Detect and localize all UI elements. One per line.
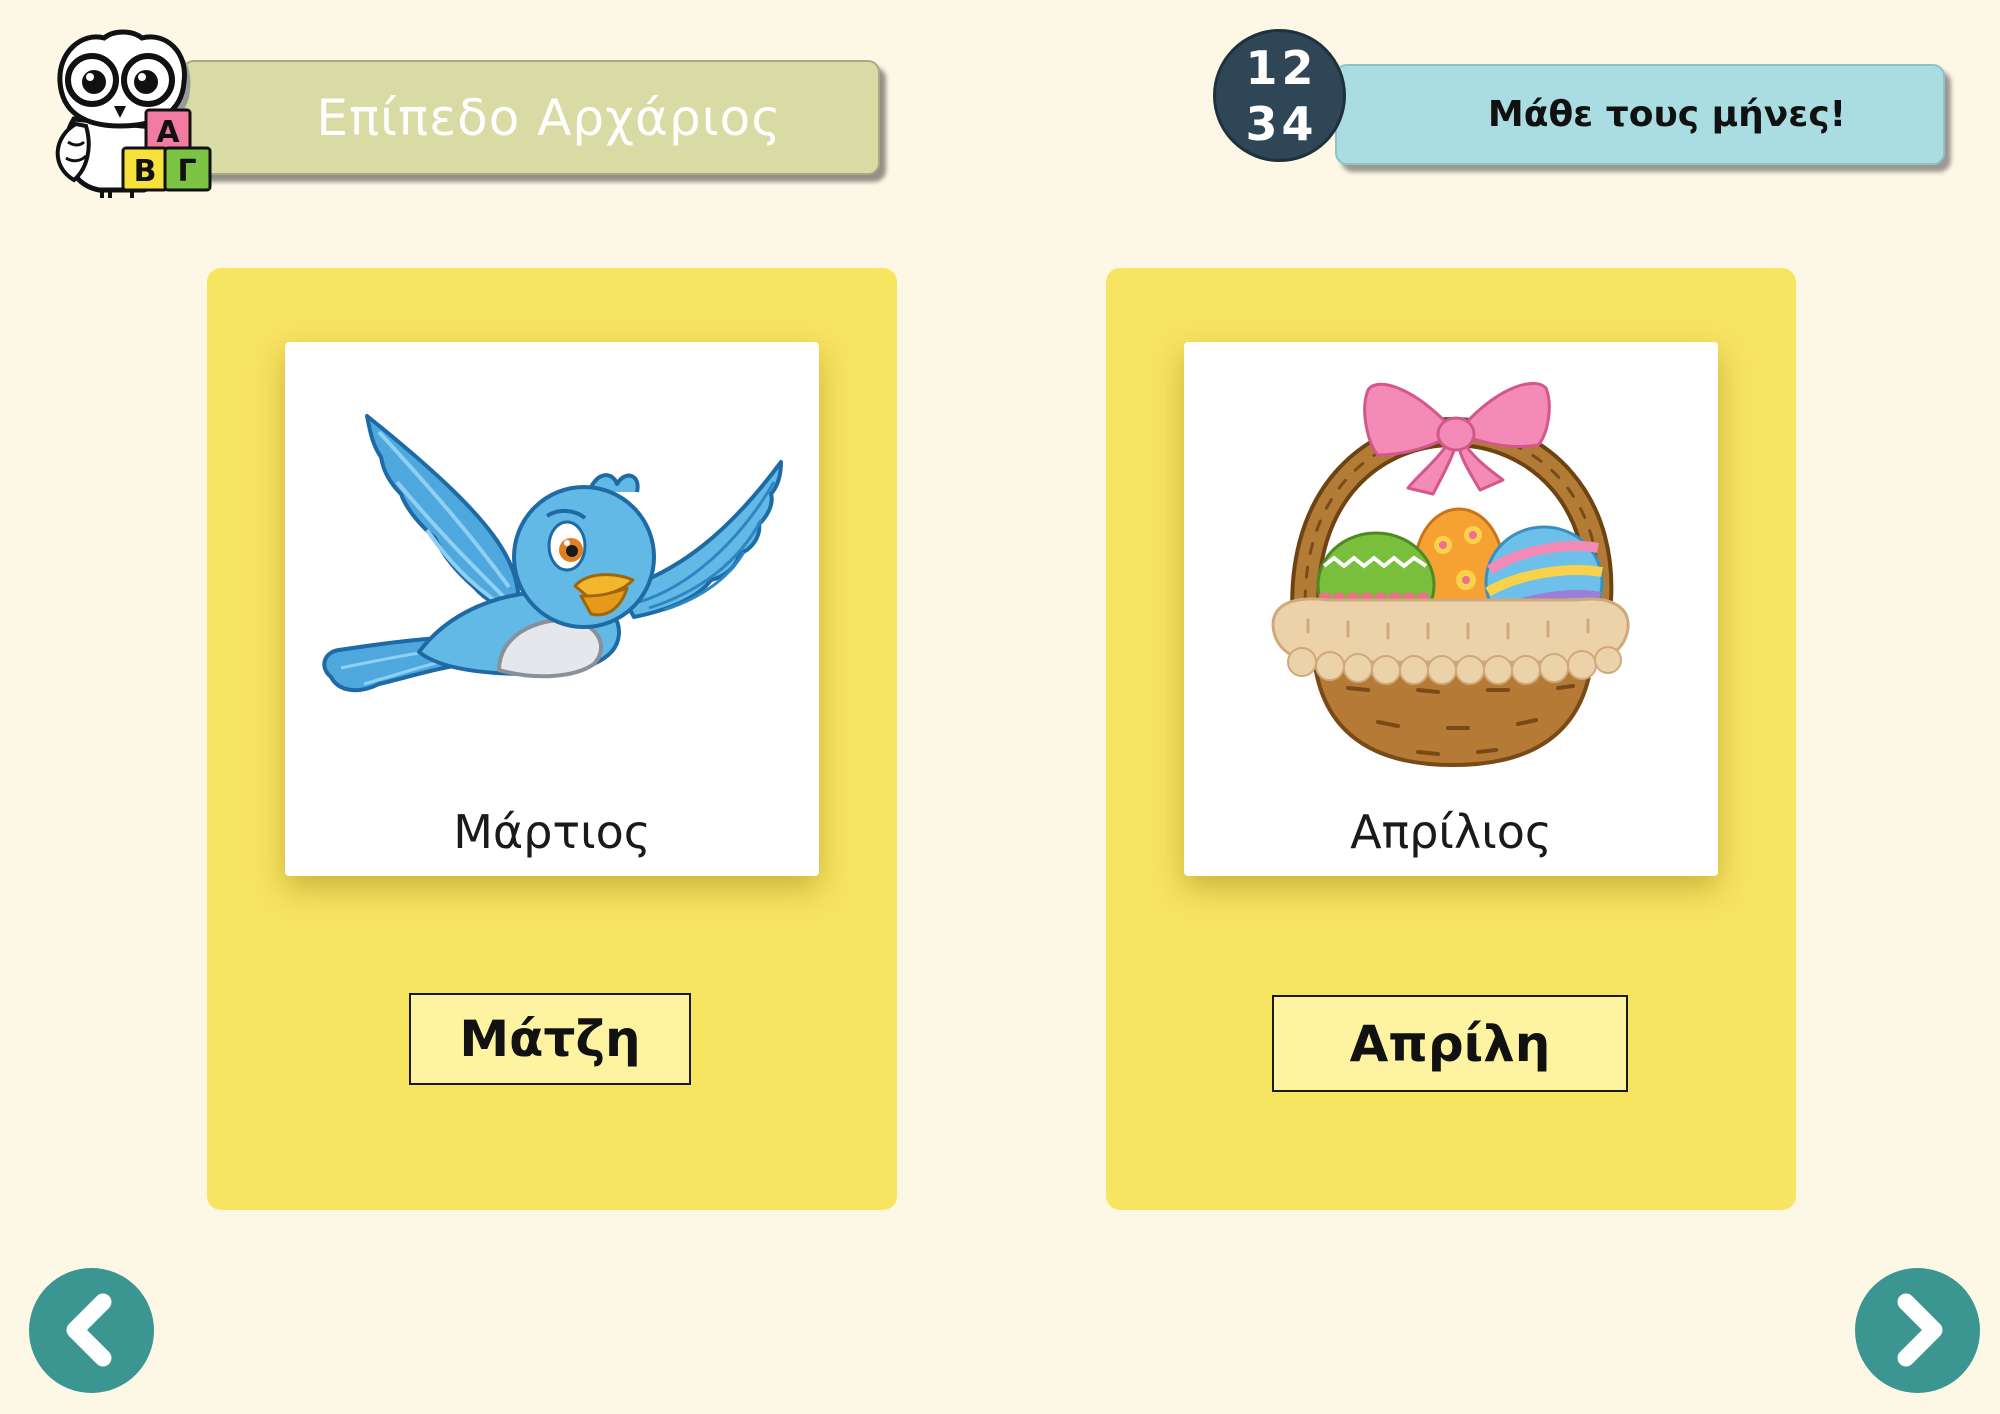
answer-button-april[interactable]: Απρίλη bbox=[1272, 995, 1628, 1092]
chevron-left-icon bbox=[66, 1293, 112, 1367]
svg-text:Α: Α bbox=[156, 115, 180, 150]
numbers-badge-icon: 1 2 3 4 bbox=[1213, 29, 1346, 162]
answer-button-march[interactable]: Μάτζη bbox=[409, 993, 691, 1085]
badge-digit: 1 bbox=[1245, 40, 1278, 95]
previous-button[interactable] bbox=[29, 1268, 154, 1393]
chevron-right-icon bbox=[1897, 1293, 1943, 1367]
month-card-april: Απρίλιος Απρίλη bbox=[1106, 268, 1796, 1210]
level-label: Επίπεδο Αρχάριος bbox=[316, 88, 782, 147]
easter-basket-icon bbox=[1271, 382, 1630, 768]
page-title: Μάθε τους μήνες! bbox=[1487, 94, 1847, 135]
bluebird-icon bbox=[322, 414, 783, 693]
title-banner: Μάθε τους μήνες! bbox=[1335, 64, 1945, 165]
month-picture-frame: Απρίλιος bbox=[1184, 342, 1718, 876]
owl-eye-left bbox=[65, 53, 119, 107]
badge-digit: 2 bbox=[1281, 40, 1314, 95]
month-card-march: Μάρτιος Μάτζη bbox=[207, 268, 897, 1210]
owl-eye-right bbox=[121, 53, 175, 107]
svg-text:Β: Β bbox=[134, 154, 157, 189]
badge-digit: 4 bbox=[1281, 96, 1314, 151]
level-banner: Επίπεδο Αρχάριος bbox=[182, 60, 880, 175]
month-label: Μάρτιος bbox=[453, 805, 651, 859]
block-alpha: Α bbox=[144, 108, 192, 152]
pink-bow bbox=[1363, 382, 1551, 496]
block-beta: Β bbox=[121, 146, 169, 192]
next-button[interactable] bbox=[1855, 1268, 1980, 1393]
month-picture-frame: Μάρτιος bbox=[285, 342, 819, 876]
bird-back-wing bbox=[365, 414, 521, 610]
svg-text:Γ: Γ bbox=[177, 154, 196, 189]
block-gamma: Γ bbox=[163, 146, 212, 192]
basket-rim bbox=[1271, 597, 1630, 685]
month-label: Απρίλιος bbox=[1350, 805, 1552, 859]
badge-digit: 3 bbox=[1245, 96, 1278, 151]
owl-logo-icon: Α Β Γ bbox=[55, 29, 212, 198]
